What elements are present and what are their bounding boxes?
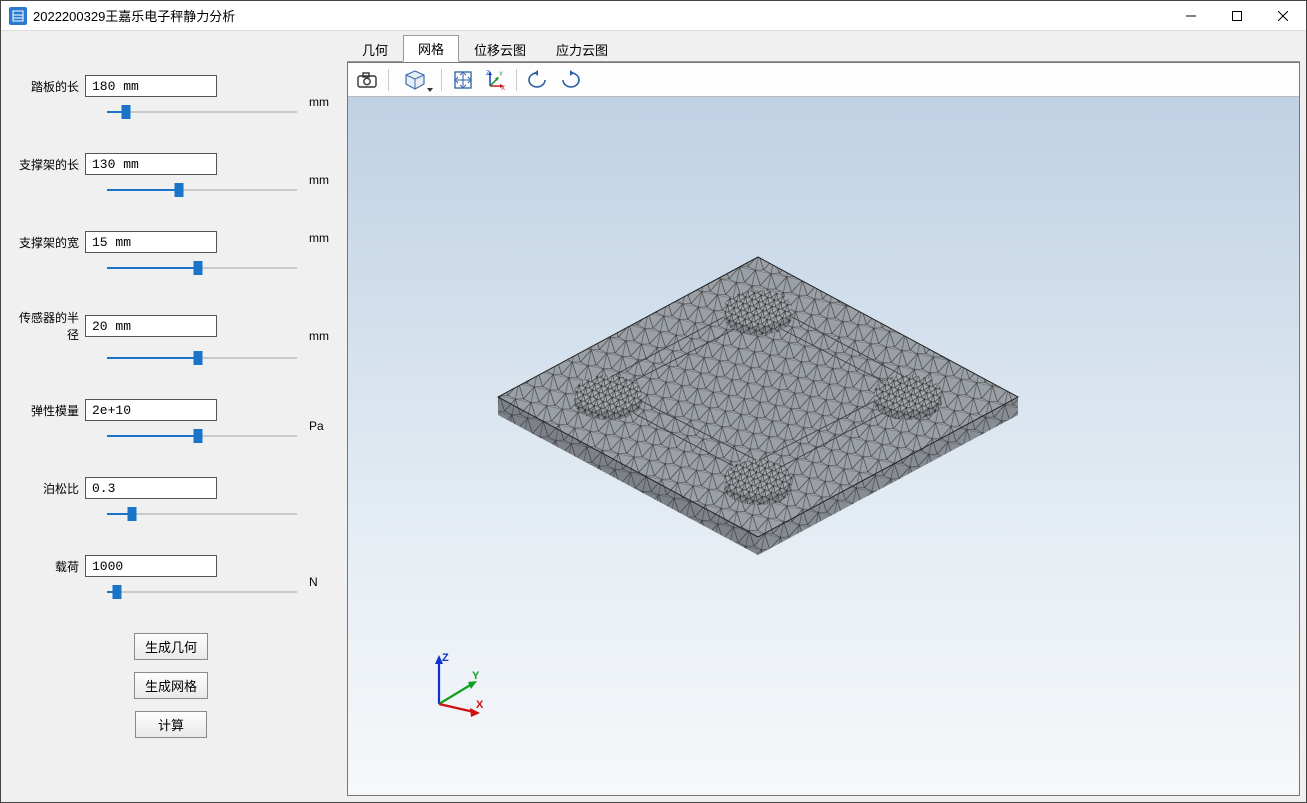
camera-icon[interactable] [352, 66, 382, 94]
param-label: 泊松比 [9, 480, 85, 497]
titlebar: 2022200329王嘉乐电子秤静力分析 [1, 1, 1306, 31]
iso-cube-icon[interactable] [395, 66, 435, 94]
param-slider[interactable] [107, 429, 297, 443]
maximize-button[interactable] [1214, 1, 1260, 31]
param-label: 载荷 [9, 558, 85, 575]
param-row: 支撑架的长 mm [9, 153, 333, 197]
svg-text:Z: Z [486, 71, 490, 77]
param-input[interactable] [85, 477, 217, 499]
param-slider[interactable] [107, 585, 297, 599]
compute-button[interactable]: 计算 [135, 711, 207, 738]
svg-text:Y: Y [472, 670, 480, 682]
tab-1[interactable]: 网格 [403, 35, 459, 62]
rotate-right-icon[interactable] [555, 66, 585, 94]
view-tabs: 几何网格位移云图应力云图 [341, 37, 1300, 61]
rotate-left-icon[interactable] [523, 66, 553, 94]
tab-2[interactable]: 位移云图 [459, 36, 541, 62]
svg-text:X: X [501, 86, 505, 90]
param-row: 泊松比 [9, 477, 333, 521]
generate-geometry-button[interactable]: 生成几何 [134, 633, 208, 660]
param-input[interactable] [85, 555, 217, 577]
app-icon [9, 7, 27, 25]
tab-0[interactable]: 几何 [347, 36, 403, 62]
param-input[interactable] [85, 75, 217, 97]
param-unit: mm [309, 329, 329, 343]
param-unit: mm [309, 173, 329, 187]
param-slider[interactable] [107, 351, 297, 365]
param-input[interactable] [85, 399, 217, 421]
param-row: 踏板的长 mm [9, 75, 333, 119]
param-unit: mm [309, 95, 329, 109]
viewer-panel: 几何网格位移云图应力云图 [341, 31, 1306, 802]
param-slider[interactable] [107, 261, 297, 275]
svg-text:Y: Y [499, 72, 503, 78]
param-label: 踏板的长 [9, 78, 85, 95]
param-label: 支撑架的长 [9, 156, 85, 173]
param-input[interactable] [85, 153, 217, 175]
mesh-model [458, 207, 1058, 587]
viewer-frame: Z Y X [347, 62, 1300, 796]
param-label: 支撑架的宽 [9, 234, 85, 251]
viewer-toolbar: Z Y X [348, 63, 1299, 97]
svg-text:X: X [476, 699, 484, 711]
param-row: 支撑架的宽 mm [9, 231, 333, 275]
parameters-panel: 踏板的长 mm 支撑架的长 mm 支撑架的宽 mm [1, 31, 341, 802]
param-label: 弹性模量 [9, 402, 85, 419]
param-unit: mm [309, 231, 329, 245]
param-row: 载荷 N [9, 555, 333, 599]
svg-text:Z: Z [442, 652, 449, 664]
tab-3[interactable]: 应力云图 [541, 36, 623, 62]
minimize-button[interactable] [1168, 1, 1214, 31]
param-label: 传感器的半径 [9, 309, 85, 343]
close-button[interactable] [1260, 1, 1306, 31]
param-slider[interactable] [107, 507, 297, 521]
param-row: 弹性模量 Pa [9, 399, 333, 443]
param-unit: Pa [309, 419, 324, 433]
viewport-3d[interactable]: Z Y X [348, 97, 1299, 795]
generate-mesh-button[interactable]: 生成网格 [134, 672, 208, 699]
param-row: 传感器的半径 mm [9, 309, 333, 365]
param-slider[interactable] [107, 183, 297, 197]
orientation-triad: Z Y X [424, 649, 494, 719]
param-input[interactable] [85, 315, 217, 337]
param-slider[interactable] [107, 105, 297, 119]
param-input[interactable] [85, 231, 217, 253]
param-unit: N [309, 575, 318, 589]
fit-view-icon[interactable] [448, 66, 478, 94]
window-title: 2022200329王嘉乐电子秤静力分析 [33, 6, 235, 25]
axes-toggle-icon[interactable]: Z Y X [480, 66, 510, 94]
